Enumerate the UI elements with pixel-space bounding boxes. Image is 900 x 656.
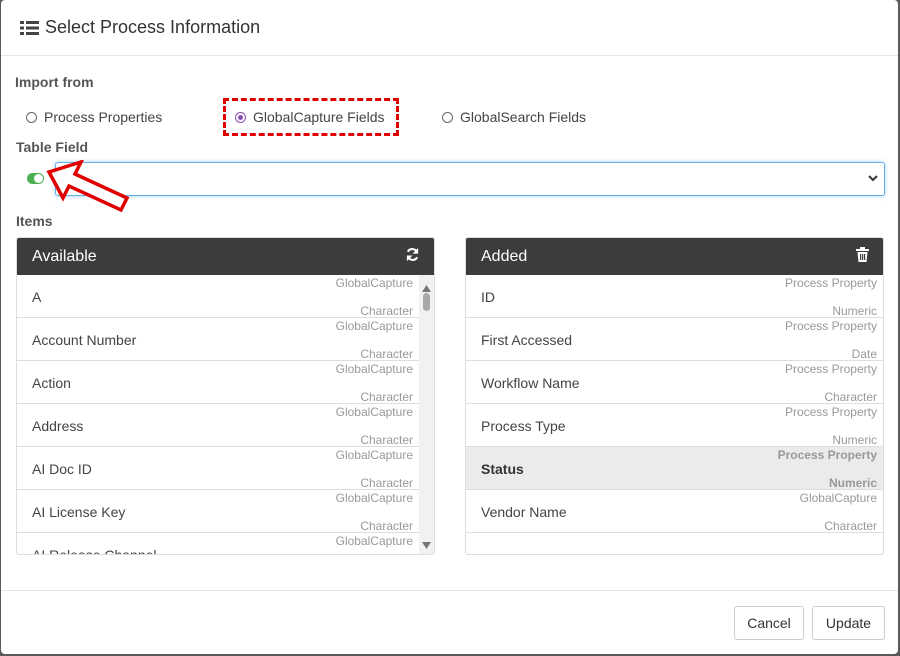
added-list: ID Process Property Numeric First Access… — [466, 275, 883, 554]
table-field-toggle[interactable] — [27, 173, 44, 184]
list-item[interactable]: AI Release Channel GlobalCapture — [17, 533, 419, 554]
available-panel-header: Available — [17, 238, 434, 275]
list-item[interactable]: Action GlobalCapture Character — [17, 361, 419, 404]
radio-button[interactable] — [442, 111, 453, 123]
list-item[interactable]: Address GlobalCapture Character — [17, 404, 419, 447]
radio-globalsearch-fields[interactable]: GlobalSearch Fields — [442, 109, 586, 125]
cancel-button[interactable]: Cancel — [734, 606, 804, 640]
available-title: Available — [32, 247, 97, 265]
select-process-dialog: Select Process Information Import from P… — [1, 0, 898, 654]
dialog-title: Select Process Information — [45, 17, 261, 37]
list-item[interactable]: ID Process Property Numeric — [466, 275, 883, 318]
dialog-footer: Cancel Update — [1, 590, 898, 654]
list-item[interactable]: A GlobalCapture Character — [17, 275, 419, 318]
added-panel: Added ID Process Property Numeric First — [465, 237, 884, 555]
scroll-thumb[interactable] — [423, 293, 430, 311]
chevron-down-icon — [866, 171, 880, 188]
radio-process-properties[interactable]: Process Properties — [26, 109, 162, 125]
list-item[interactable]: AI Doc ID GlobalCapture Character — [17, 447, 419, 490]
items-label: Items — [16, 213, 53, 229]
list-item[interactable]: Account Number GlobalCapture Character — [17, 318, 419, 361]
list-item[interactable]: Process Type Process Property Numeric — [466, 404, 883, 447]
table-field-select[interactable] — [55, 162, 885, 196]
update-button[interactable]: Update — [812, 606, 885, 640]
table-field-label: Table Field — [16, 139, 89, 155]
pointer-arrow-annotation-icon — [46, 160, 130, 213]
available-list: A GlobalCapture Character Account Number… — [17, 275, 434, 554]
list-item[interactable]: Vendor Name GlobalCapture Character — [466, 490, 883, 533]
highlight-annotation-box — [223, 98, 399, 136]
radio-button[interactable] — [26, 111, 37, 123]
scroll-down-icon[interactable] — [422, 536, 431, 552]
refresh-icon[interactable] — [405, 247, 420, 267]
list-item[interactable]: AI License Key GlobalCapture Character — [17, 490, 419, 533]
added-title: Added — [481, 247, 528, 265]
available-panel: Available A GlobalCapture Character Acco — [16, 237, 435, 555]
import-from-label: Import from — [15, 74, 94, 90]
list-icon — [20, 20, 39, 36]
list-item-selected[interactable]: Status Process Property Numeric — [466, 447, 883, 490]
dialog-header: Select Process Information — [1, 0, 898, 56]
list-item[interactable]: Workflow Name Process Property Character — [466, 361, 883, 404]
available-scrollbar[interactable] — [419, 275, 434, 554]
added-panel-header: Added — [466, 238, 883, 275]
list-item[interactable]: First Accessed Process Property Date — [466, 318, 883, 361]
trash-icon[interactable] — [856, 246, 869, 267]
